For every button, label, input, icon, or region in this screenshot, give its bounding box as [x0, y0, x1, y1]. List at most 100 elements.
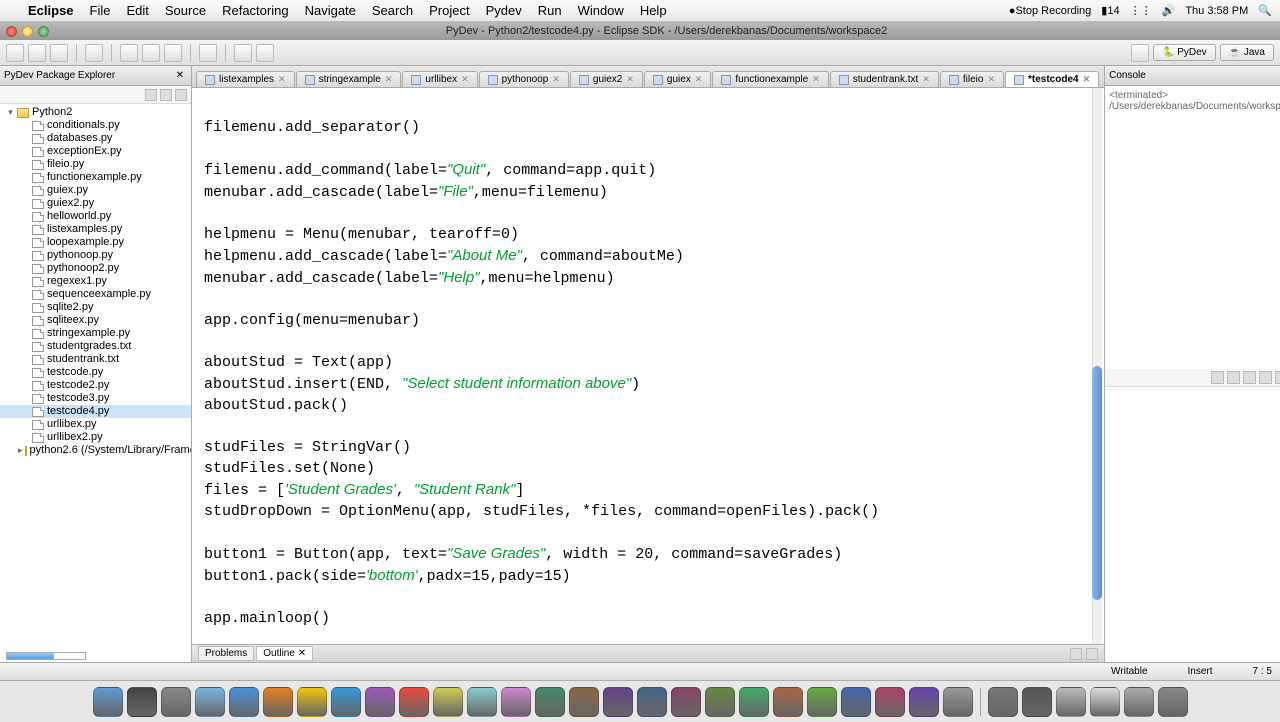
editor-tab[interactable]: fileio✕ — [940, 71, 1004, 87]
menu-run[interactable]: Run — [530, 3, 570, 18]
dock-app-icon[interactable] — [603, 687, 633, 717]
tree-file[interactable]: urllibex2.py — [0, 431, 191, 444]
console-output[interactable] — [1105, 387, 1280, 662]
tree-file[interactable]: guiex2.py — [0, 197, 191, 210]
dock-app-icon[interactable] — [161, 687, 191, 717]
close-tab-button[interactable]: ✕ — [461, 74, 469, 85]
dock-app-icon[interactable] — [1022, 687, 1052, 717]
dock-app-icon[interactable] — [263, 687, 293, 717]
clear-console-button[interactable] — [1259, 371, 1272, 384]
scroll-lock-button[interactable] — [1275, 371, 1280, 384]
dock-app-icon[interactable] — [875, 687, 905, 717]
dock-app-icon[interactable] — [705, 687, 735, 717]
link-editor-button[interactable] — [160, 89, 172, 101]
tree-file[interactable]: testcode3.py — [0, 392, 191, 405]
clock[interactable]: Thu 3:58 PM — [1185, 5, 1248, 17]
remove-all-button[interactable] — [1243, 371, 1256, 384]
perspective-java[interactable]: ☕ Java — [1220, 44, 1274, 61]
dock-app-icon[interactable] — [399, 687, 429, 717]
tree-lib[interactable]: ▸python2.6 (/System/Library/Frameworks/ — [0, 444, 191, 457]
maximize-view-button[interactable] — [1086, 648, 1098, 660]
dock-app-icon[interactable] — [331, 687, 361, 717]
tree-file[interactable]: testcode4.py — [0, 405, 191, 418]
dock-app-icon[interactable] — [229, 687, 259, 717]
close-tab-button[interactable]: ✕ — [552, 74, 560, 85]
editor-tab[interactable]: urllibex✕ — [402, 71, 477, 87]
close-window-button[interactable] — [6, 26, 17, 37]
save-button[interactable] — [28, 44, 46, 62]
perspective-pydev[interactable]: 🐍 PyDev — [1153, 44, 1216, 61]
tree-file[interactable]: stringexample.py — [0, 327, 191, 340]
dock-app-icon[interactable] — [943, 687, 973, 717]
nav-fwd-button[interactable] — [256, 44, 274, 62]
menu-search[interactable]: Search — [364, 3, 421, 18]
close-tab-button[interactable]: ✕ — [812, 74, 820, 85]
tree-file[interactable]: loopexample.py — [0, 236, 191, 249]
run-button[interactable] — [142, 44, 160, 62]
close-tab-button[interactable]: ✕ — [278, 74, 286, 85]
menu-file[interactable]: File — [82, 3, 119, 18]
dock-app-icon[interactable] — [1158, 687, 1188, 717]
tree-file[interactable]: regexex1.py — [0, 275, 191, 288]
menu-window[interactable]: Window — [570, 3, 632, 18]
close-tab-button[interactable]: ✕ — [1083, 74, 1091, 85]
editor-tab[interactable]: pythonoop✕ — [479, 71, 569, 87]
tree-file[interactable]: urllibex.py — [0, 418, 191, 431]
save-all-button[interactable] — [50, 44, 68, 62]
tree-file[interactable]: studentrank.txt — [0, 353, 191, 366]
volume-icon[interactable]: 🔊 — [1162, 4, 1176, 17]
battery-icon[interactable]: ▮14 — [1101, 4, 1119, 17]
tree-file[interactable]: helloworld.py — [0, 210, 191, 223]
debug-button[interactable] — [120, 44, 138, 62]
search-button[interactable] — [199, 44, 217, 62]
remove-launch-button[interactable] — [1227, 371, 1240, 384]
editor-tab[interactable]: *testcode4✕ — [1005, 71, 1099, 87]
menu-refactoring[interactable]: Refactoring — [214, 3, 296, 18]
spotlight-icon[interactable]: 🔍 — [1258, 4, 1272, 17]
close-tab-button[interactable]: ✕ — [695, 74, 703, 85]
close-tab-button[interactable]: ✕ — [922, 74, 930, 85]
menu-navigate[interactable]: Navigate — [297, 3, 364, 18]
dock-app-icon[interactable] — [1124, 687, 1154, 717]
tree-file[interactable]: studentgrades.txt — [0, 340, 191, 353]
close-tab-button[interactable]: ✕ — [626, 74, 634, 85]
open-perspective-button[interactable] — [1131, 44, 1149, 62]
problems-tab[interactable]: Problems — [198, 646, 254, 661]
dock-app-icon[interactable] — [739, 687, 769, 717]
tree-file[interactable]: sequenceexample.py — [0, 288, 191, 301]
tree-file[interactable]: exceptionEx.py — [0, 145, 191, 158]
terminate-button[interactable] — [1211, 371, 1224, 384]
menu-project[interactable]: Project — [421, 3, 477, 18]
menu-help[interactable]: Help — [632, 3, 675, 18]
ext-tools-button[interactable] — [164, 44, 182, 62]
tree-file[interactable]: testcode.py — [0, 366, 191, 379]
menu-pydev[interactable]: Pydev — [478, 3, 530, 18]
minimize-view-button[interactable] — [1070, 648, 1082, 660]
tree-file[interactable]: guiex.py — [0, 184, 191, 197]
stop-recording[interactable]: ● Stop Recording — [1009, 5, 1091, 17]
tree-file[interactable]: sqliteex.py — [0, 314, 191, 327]
dock-app-icon[interactable] — [569, 687, 599, 717]
dock-app-icon[interactable] — [93, 687, 123, 717]
tree-file[interactable]: databases.py — [0, 132, 191, 145]
dock-app-icon[interactable] — [988, 687, 1018, 717]
dock-app-icon[interactable] — [909, 687, 939, 717]
dock-app-icon[interactable] — [433, 687, 463, 717]
tree-file[interactable]: conditionals.py — [0, 119, 191, 132]
dock-app-icon[interactable] — [671, 687, 701, 717]
collapse-all-button[interactable] — [145, 89, 157, 101]
tree-file[interactable]: sqlite2.py — [0, 301, 191, 314]
build-button[interactable] — [85, 44, 103, 62]
editor-tab[interactable]: stringexample✕ — [296, 71, 402, 87]
dock-app-icon[interactable] — [195, 687, 225, 717]
dock-app-icon[interactable] — [841, 687, 871, 717]
view-close-button[interactable]: ✕ — [173, 70, 187, 81]
wifi-icon[interactable]: ⋮⋮ — [1130, 4, 1152, 17]
minimize-window-button[interactable] — [22, 26, 33, 37]
dock-app-icon[interactable] — [807, 687, 837, 717]
dock-app-icon[interactable] — [535, 687, 565, 717]
nav-back-button[interactable] — [234, 44, 252, 62]
dock-app-icon[interactable] — [1090, 687, 1120, 717]
close-tab-button[interactable]: ✕ — [987, 74, 995, 85]
tree-file[interactable]: pythonoop.py — [0, 249, 191, 262]
